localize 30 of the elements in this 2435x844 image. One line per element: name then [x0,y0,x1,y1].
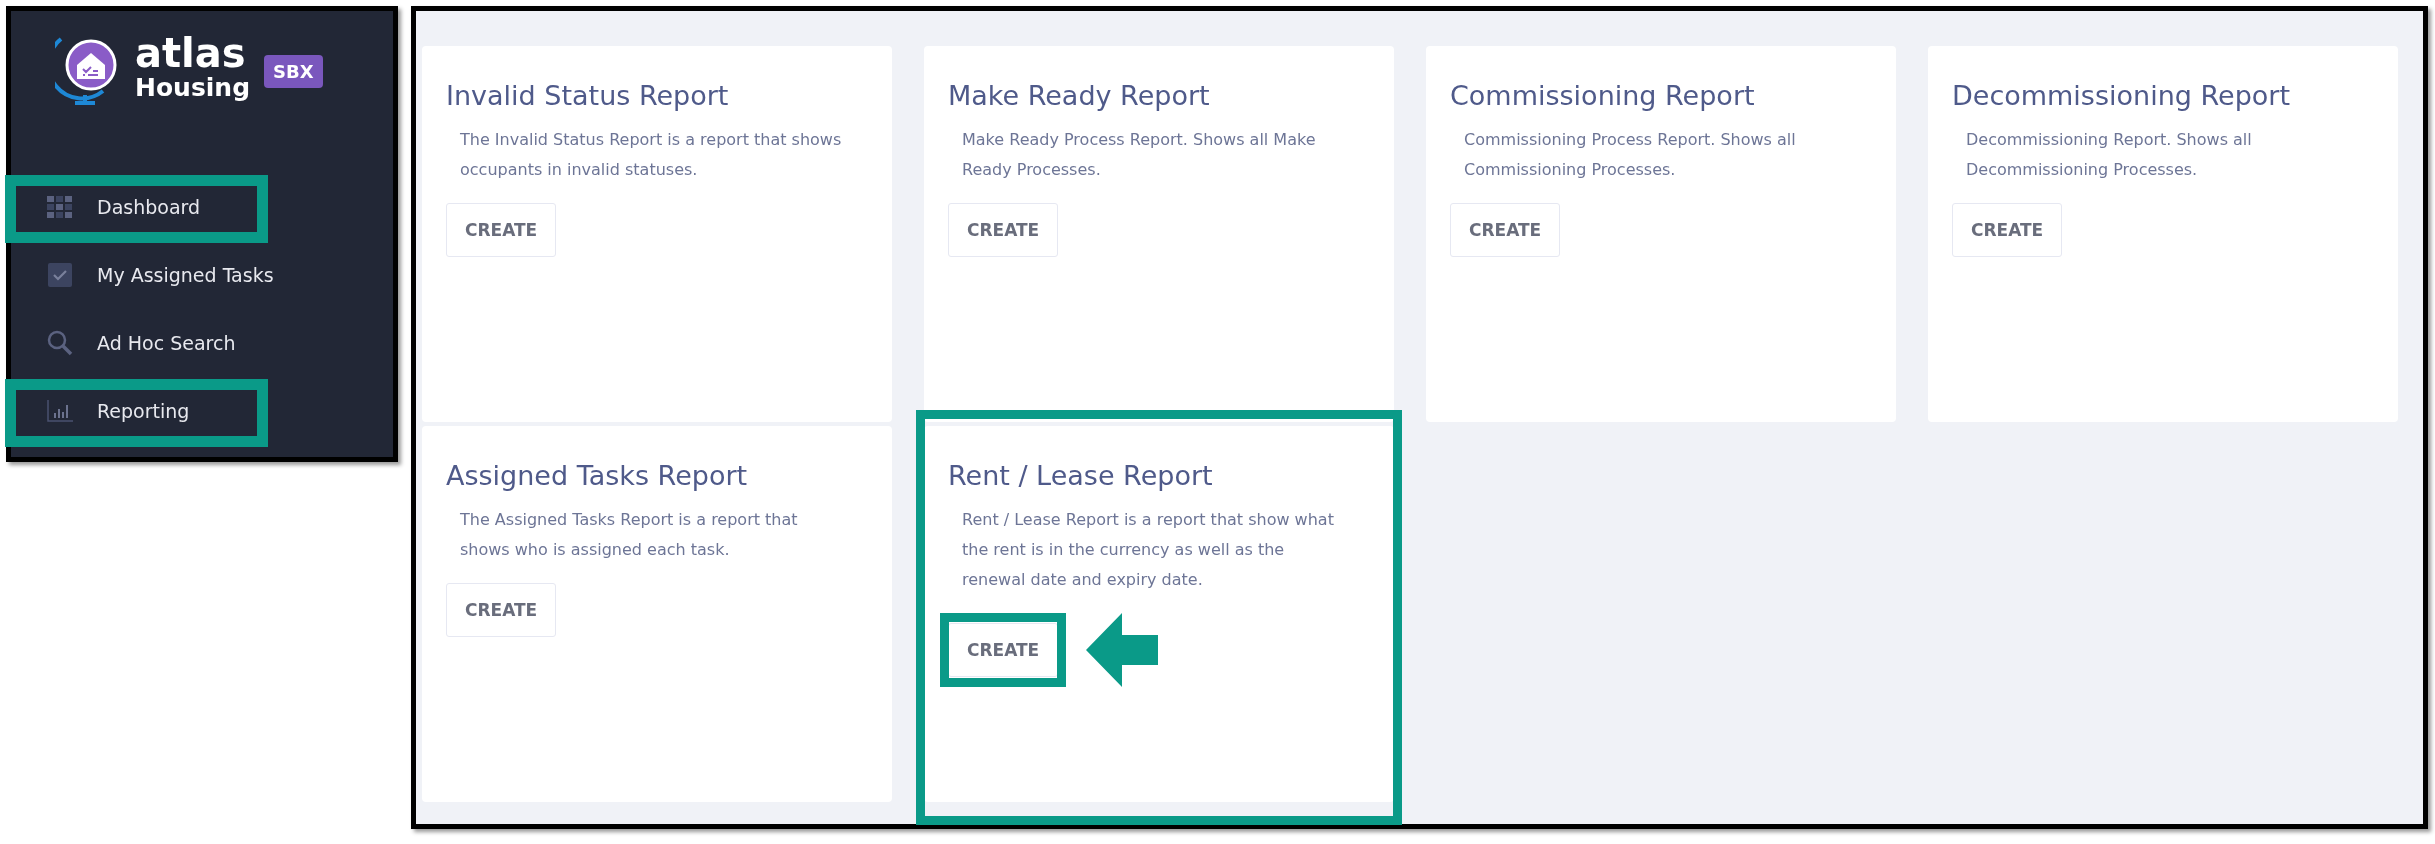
logo-subtitle: Housing [135,73,251,103]
card-description: The Assigned Tasks Report is a report that shows who is assigned each task. [459,509,799,561]
card-title: Rent / Lease Report [948,460,1214,491]
create-button[interactable]: CREATE [948,623,1059,677]
card-description: Make Ready Process Report. Shows all Make Ready Processes. [961,129,1317,181]
create-button[interactable]: CREATE [446,583,557,637]
grid-icon [47,196,73,218]
card-title: Commissioning Report [1450,80,1756,111]
bar-chart-icon [47,400,73,422]
create-button[interactable]: CREATE [948,203,1059,257]
search-icon [47,330,73,356]
card-title: Assigned Tasks Report [446,460,749,491]
environment-badge: SBX [264,55,323,88]
nav-item[interactable]: Dashboard [11,173,393,241]
create-button[interactable]: CREATE [446,203,557,257]
nav-item[interactable]: Reporting [11,377,393,445]
logo-name: atlas [135,33,247,73]
card-description: The Invalid Status Report is a report that shows occupants in invalid statuses. [459,129,843,181]
card-title: Invalid Status Report [446,80,730,111]
create-button[interactable]: CREATE [1450,203,1561,257]
card-description: Rent / Lease Report is a report that show what the rent is in the currency as well as the renewal date and expiry date. [961,509,1335,591]
arrow-icon [1086,613,1159,687]
card-title: Make Ready Report [948,80,1211,111]
card-title: Decommissioning Report [1952,80,2291,111]
checkbox-icon [48,263,72,287]
card-description: Commissioning Process Report. Shows all Commissioning Processes. [1463,129,1797,181]
nav-item[interactable]: My Assigned Tasks [11,241,393,309]
nav-item[interactable]: Ad Hoc Search [11,309,393,377]
card-description: Decommissioning Report. Shows all Decommissioning Processes. [1965,129,2253,181]
create-button[interactable]: CREATE [1952,203,2063,257]
